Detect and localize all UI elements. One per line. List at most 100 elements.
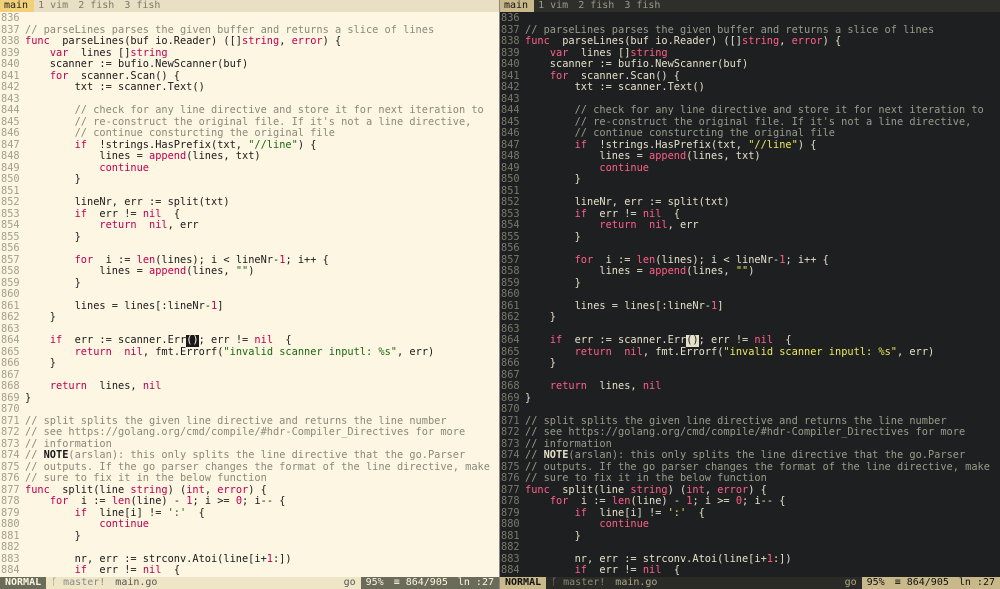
- line-number: 876: [0, 473, 25, 485]
- code-editor[interactable]: 836837// parseLines parses the given buf…: [500, 12, 1000, 577]
- line-number: 862: [0, 312, 25, 324]
- code-token: nil: [143, 565, 162, 576]
- code-token: }: [525, 312, 556, 323]
- tab-main[interactable]: main: [500, 0, 534, 12]
- code-editor[interactable]: 836837// parseLines parses the given buf…: [0, 12, 499, 577]
- tab-3-fish[interactable]: 3 fish: [620, 0, 666, 12]
- line-number: 858: [0, 266, 25, 278]
- line-text: }: [525, 358, 1000, 370]
- line-number: 836: [0, 13, 25, 25]
- code-line: 856: [500, 243, 1000, 255]
- code-token: parseLines(buf io.Reader) ([]: [50, 36, 242, 47]
- code-token: string: [242, 36, 279, 47]
- code-token: lineNr, err := split(txt): [525, 197, 730, 208]
- code-token: , err: [168, 220, 199, 231]
- line-number: 878: [500, 496, 525, 508]
- code-token: if: [75, 508, 87, 519]
- code-line: 836: [500, 13, 1000, 25]
- code-token: {: [161, 565, 180, 576]
- code-token: [25, 255, 75, 266]
- code-line: 857 for i := len(lines); i < lineNr-1; i…: [500, 255, 1000, 267]
- line-text: // check for any line directive and stor…: [525, 105, 1000, 117]
- code-line: 866 }: [500, 358, 1000, 370]
- code-token: string: [630, 485, 667, 496]
- line-number: 846: [500, 128, 525, 140]
- code-token: [525, 508, 575, 519]
- code-line: 873// information: [500, 439, 1000, 451]
- code-token: , fmt.Errorf(: [143, 347, 224, 358]
- git-branch: ᚴ master!: [546, 577, 610, 589]
- line-number: 854: [0, 220, 25, 232]
- line-text: continue: [25, 519, 499, 531]
- code-token: string: [130, 48, 167, 59]
- code-token: }: [25, 278, 81, 289]
- code-token: // information: [525, 439, 612, 450]
- code-line: 848 lines = append(lines, txt): [500, 151, 1000, 163]
- code-token: if: [75, 209, 87, 220]
- mode-indicator: NORMAL: [500, 577, 546, 589]
- code-token: [612, 347, 624, 358]
- code-line: 868 return lines, nil: [0, 381, 499, 393]
- code-token: func: [525, 485, 550, 496]
- code-token: nil: [624, 347, 643, 358]
- code-token: [525, 140, 575, 151]
- code-token: err !=: [587, 209, 643, 220]
- line-number: 842: [0, 82, 25, 94]
- tab-1-vim[interactable]: 1 vim: [534, 0, 574, 12]
- tab-2-fish[interactable]: 2 fish: [74, 0, 120, 12]
- code-token: ; err !=: [199, 335, 255, 346]
- code-token: {: [661, 209, 680, 220]
- line-text: continue: [525, 519, 1000, 531]
- line-text: if !strings.HasPrefix(txt, "//line") {: [25, 140, 499, 152]
- code-token: (line) -: [630, 496, 686, 507]
- code-token: // split splits the given line directive…: [25, 416, 447, 427]
- line-text: // check for any line directive and stor…: [25, 105, 499, 117]
- code-token: ]: [717, 301, 723, 312]
- code-token: err := scanner.Err: [62, 335, 186, 346]
- code-token: ,: [279, 36, 291, 47]
- code-token: [525, 117, 575, 128]
- code-token: return: [550, 381, 587, 392]
- line-text: return lines, nil: [25, 381, 499, 393]
- code-token: :]): [773, 554, 792, 565]
- tab-2-fish[interactable]: 2 fish: [574, 0, 620, 12]
- code-token: for: [550, 71, 569, 82]
- line-text: lines = append(lines, ""): [525, 266, 1000, 278]
- line-text: [25, 404, 499, 416]
- code-token: [25, 496, 50, 507]
- line-text: }: [25, 312, 499, 324]
- code-token: // see https://golang.org/cmd/compile/#h…: [25, 427, 465, 438]
- tab-3-fish[interactable]: 3 fish: [120, 0, 166, 12]
- code-line: 872// see https://golang.org/cmd/compile…: [0, 427, 499, 439]
- code-token: [25, 209, 75, 220]
- code-line: 870: [500, 404, 1000, 416]
- tab-1-vim[interactable]: 1 vim: [34, 0, 74, 12]
- line-text: [525, 289, 1000, 301]
- code-line: 841 for scanner.Scan() {: [0, 71, 499, 83]
- code-line: 838func parseLines(buf io.Reader) ([]str…: [500, 36, 1000, 48]
- code-line: 867: [0, 370, 499, 382]
- pane-dark[interactable]: main1 vim2 fish3 fish 836837// parseLine…: [500, 0, 1000, 589]
- code-line: 877func split(line string) (int, error) …: [0, 485, 499, 497]
- file-name: main.go: [110, 577, 162, 589]
- code-token: string: [630, 48, 667, 59]
- pane-light[interactable]: main1 vim2 fish3 fish 836837// parseLine…: [0, 0, 499, 589]
- code-token: if: [75, 565, 87, 576]
- tab-main[interactable]: main: [0, 0, 34, 12]
- code-line: 845 // re-construct the original file. I…: [0, 117, 499, 129]
- line-number: 864: [0, 335, 25, 347]
- code-token: [525, 71, 550, 82]
- line-number: 850: [0, 174, 25, 186]
- line-text: lines = append(lines, ""): [25, 266, 499, 278]
- code-token: "": [736, 266, 748, 277]
- line-number: 856: [0, 243, 25, 255]
- code-token: nil: [124, 347, 143, 358]
- code-line: 852 lineNr, err := split(txt): [0, 197, 499, 209]
- line-text: [525, 243, 1000, 255]
- code-line: 842 txt := scanner.Text(): [0, 82, 499, 94]
- code-line: 871// split splits the given line direct…: [0, 416, 499, 428]
- line-text: txt := scanner.Text(): [25, 82, 499, 94]
- code-token: }: [25, 358, 56, 369]
- code-token: append: [149, 266, 186, 277]
- code-token: return: [599, 220, 636, 231]
